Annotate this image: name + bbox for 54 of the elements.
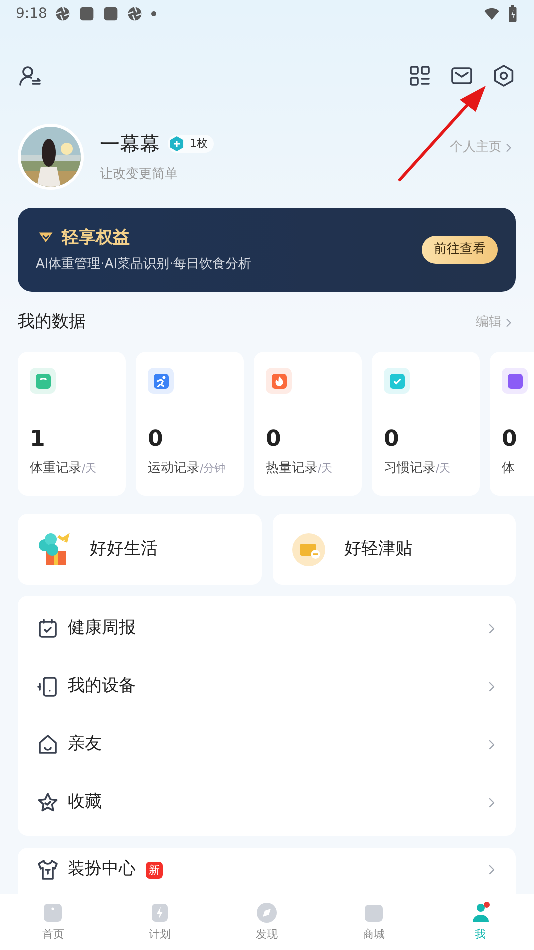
banner-title: 轻享权益 <box>62 226 130 250</box>
shirt-icon <box>36 858 60 882</box>
dot-icon <box>151 11 158 17</box>
stat-label: 运动记录 <box>148 460 200 478</box>
stat-label: 热量记录 <box>266 460 318 478</box>
nav-tab[interactable]: 首页 <box>0 900 107 944</box>
motto: 让改变更简单 <box>100 166 179 184</box>
stat-value: 1 <box>30 428 46 450</box>
stat-unit: /分钟 <box>200 460 226 476</box>
nav-tab[interactable]: 发现 <box>214 900 320 944</box>
stat-value: 0 <box>502 428 518 450</box>
grid-list-icon[interactable] <box>408 64 432 88</box>
aperture-icon <box>55 6 72 22</box>
stat-unit: /天 <box>436 460 451 476</box>
house-icon <box>36 733 60 757</box>
stat-card[interactable]: 0 热量记录/天 <box>254 352 362 496</box>
wallet-icon <box>290 532 326 568</box>
status-time: 9:18 <box>16 4 48 24</box>
menu-item[interactable]: 收藏 <box>18 774 516 832</box>
stat-card[interactable]: 0 习惯记录/天 <box>372 352 480 496</box>
shortcut-card[interactable]: 好轻津贴 <box>272 514 516 585</box>
badge-chip: 1枚 <box>168 135 214 154</box>
stat-value: 0 <box>266 428 282 450</box>
calendar-check-icon <box>36 617 60 641</box>
menu-item[interactable]: 我的设备 <box>18 658 516 716</box>
compass-icon <box>254 900 279 925</box>
switch-account-icon[interactable] <box>18 64 42 88</box>
nav-tab[interactable]: 商城 <box>320 900 428 944</box>
banner-subtitle: AI体重管理·AI菜品识别·每日饮食分析 <box>36 256 253 274</box>
stat-label: 体 <box>502 460 515 478</box>
device-icon <box>36 675 60 699</box>
gift-icon <box>36 532 72 568</box>
hexagon-badge-icon <box>168 135 186 154</box>
stat-label: 体重记录 <box>30 460 82 478</box>
user-name: 一幕幕 <box>100 131 160 158</box>
stat-unit: /天 <box>318 460 333 476</box>
menu-item[interactable]: 装扮中心 新 <box>18 848 516 892</box>
menu-item[interactable]: 健康周报 <box>18 600 516 658</box>
menu-item[interactable]: 亲友 <box>18 716 516 774</box>
new-badge: 新 <box>146 862 163 878</box>
stat-unit: /天 <box>82 460 97 476</box>
stat-value: 0 <box>384 428 400 450</box>
aperture-icon <box>127 6 144 22</box>
stat-card[interactable]: 1 体重记录/天 <box>18 352 126 496</box>
stat-value: 0 <box>148 428 164 450</box>
shortcut-card[interactable]: 好好生活 <box>18 514 262 585</box>
stat-card[interactable]: 0 体 <box>490 352 534 496</box>
stat-label: 习惯记录 <box>384 460 436 478</box>
stat-card[interactable]: 0 运动记录/分钟 <box>136 352 244 496</box>
view-button[interactable]: 前往查看 <box>422 236 498 264</box>
nav-tab[interactable]: 计划 <box>106 900 214 944</box>
wifi-icon <box>484 6 500 22</box>
settings-icon[interactable] <box>492 64 516 88</box>
section-title: 我的数据 <box>18 311 86 334</box>
